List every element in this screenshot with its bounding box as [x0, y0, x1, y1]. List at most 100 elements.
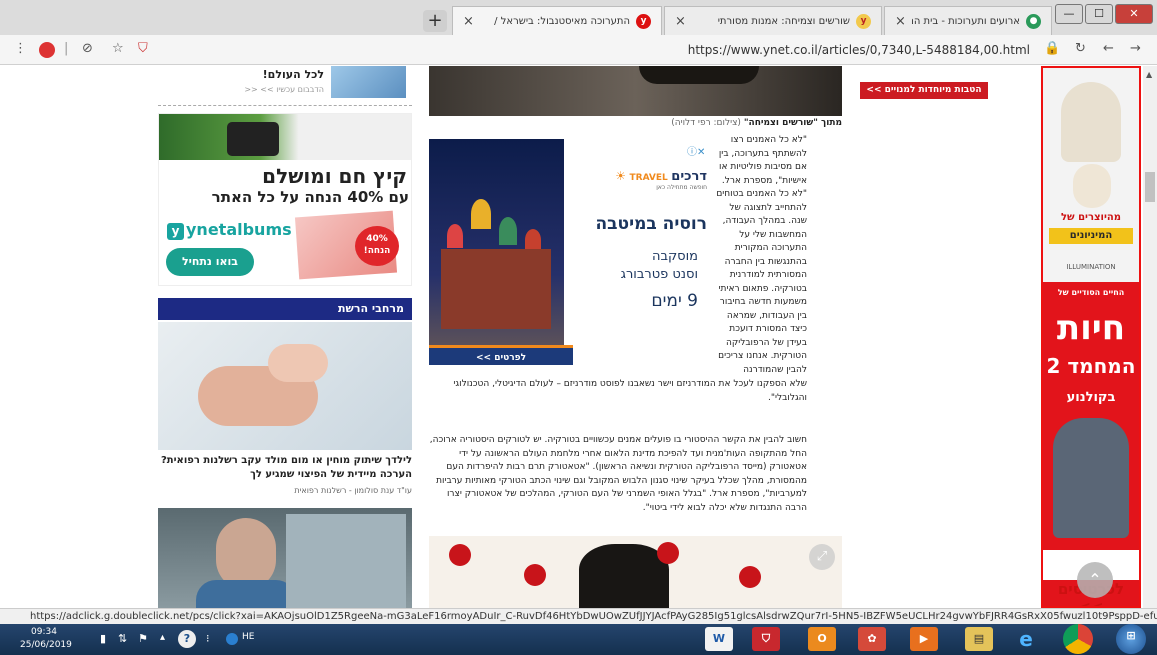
subscriber-benefits-link[interactable]: הטבות מיוחדות למנויים >> — [860, 82, 988, 99]
ad-headline: רוסיה במיטבה — [595, 214, 708, 234]
promo-thumbnail — [331, 66, 406, 98]
web-page: לכל העולם! הדבבום עכשיו >> << קיץ חם ומו… — [0, 66, 1157, 608]
pets-subtitle: החיים הסודיים של — [1057, 288, 1125, 297]
maps-app-icon[interactable]: ✿ — [858, 627, 886, 651]
ad-days: 9 ימים — [651, 291, 698, 311]
ad-subheadline: עם 40% הנחה על כל האתר — [211, 188, 409, 206]
bookmark-star-icon[interactable]: ☆ — [112, 41, 124, 56]
bowl-shape — [639, 66, 759, 84]
top-promo[interactable]: לכל העולם! הדבבום עכשיו >> << — [158, 66, 412, 106]
red-bead-shape — [524, 564, 546, 586]
url-field[interactable]: https://www.ynet.co.il/articles/0,7340,L… — [640, 43, 1030, 57]
language-icon[interactable] — [226, 633, 238, 645]
close-tab-icon[interactable]: × — [675, 14, 686, 29]
image-caption: מתוך "שורשים וצמיחה" (צילום: רפי דלויה) — [671, 118, 842, 128]
tray-expand-icon[interactable]: ▴ — [160, 632, 165, 643]
clock[interactable]: 09:34 25/06/2019 — [20, 626, 72, 652]
flag-icon[interactable]: ⚑ — [138, 632, 148, 645]
language-indicator[interactable]: HE — [242, 632, 254, 642]
menu-kebab-icon[interactable]: ⋮ — [14, 41, 27, 56]
baby-hand-shape — [268, 344, 328, 382]
dark-motif-shape — [579, 544, 669, 608]
page-scrollbar[interactable]: ▲ — [1143, 66, 1157, 608]
doctor-image[interactable] — [158, 508, 412, 608]
browser-tab-bar: — ☐ ✕ ● ארועים ותערוכות - בית הנסן × y ש… — [0, 0, 1157, 35]
article-paragraph-quote: "לא כל האמנים רצו להשתתף בתערוכה, בין אם… — [716, 135, 807, 375]
ynet-albums-ad[interactable]: קיץ חם ומושלם עם 40% הנחה על כל האתר y yn… — [158, 113, 412, 286]
media-player-app-icon[interactable]: ▶ — [910, 627, 938, 651]
security-app-icon[interactable]: ⛉ — [752, 627, 780, 651]
y-logo-icon: y — [167, 223, 184, 240]
internet-explorer-app-icon[interactable]: e — [1012, 627, 1040, 651]
help-icon[interactable]: ? — [178, 630, 196, 648]
drachim-travel-logo: דרכים TRAVEL ☀ חופשה מתחילה כאן — [615, 169, 707, 191]
reload-icon[interactable]: ↻ — [1075, 41, 1086, 56]
scroll-top-icon[interactable]: ⌃ — [1077, 562, 1113, 598]
network-icon[interactable]: ▮ — [100, 632, 106, 645]
sun-icon: ☀ — [615, 169, 626, 183]
maximize-button[interactable]: ☐ — [1085, 4, 1113, 24]
extension-icon[interactable]: ⊘ — [82, 41, 93, 56]
lock-icon: 🔒 — [1044, 41, 1061, 56]
dog-body-shape — [1073, 164, 1111, 208]
outlook-app-icon[interactable]: O — [808, 627, 836, 651]
producers-text: מהיוצרים של — [1060, 212, 1122, 223]
start-button-icon[interactable]: ⊞ — [1116, 624, 1146, 654]
ad-photo-strip — [159, 114, 411, 160]
shirt-shape — [196, 580, 296, 608]
camera-icon — [227, 122, 279, 156]
file-explorer-app-icon[interactable]: ▤ — [965, 627, 993, 651]
close-tab-icon[interactable]: × — [895, 14, 906, 29]
scroll-thumb[interactable] — [1145, 172, 1155, 202]
promo-subtitle: הדבבום עכשיו >> << — [244, 85, 324, 94]
article-top-image — [429, 66, 842, 116]
hands-image[interactable] — [158, 322, 412, 450]
tab-istanbul-exhibition[interactable]: y התערוכה מאיסטנבול: בישראל / × — [452, 6, 662, 35]
ynetalbums-logo: y ynetalbums — [167, 220, 292, 240]
travel-ad[interactable]: ⓘ✕ דרכים TRAVEL ☀ חופשה מתחילה כאן רוסיה… — [429, 139, 711, 365]
article-paragraph-quote-end: שלא הספקנו לעכל את המודרניזם וישר נשאבנו… — [453, 379, 807, 403]
ad-details-button[interactable]: לפרטים >> — [429, 345, 573, 365]
section-header-merhavei: מרחבי הרשת — [158, 298, 412, 320]
security-shield-icon[interactable]: ⛉ — [138, 41, 148, 56]
red-bead-shape — [449, 544, 471, 566]
scroll-up-arrow-icon[interactable]: ▲ — [1146, 70, 1152, 79]
secret-life-of-pets-ad[interactable]: מהיוצרים של המיניונים ILLUMINATION החיים… — [1041, 66, 1141, 608]
in-cinemas-text: בקולנוע — [1066, 390, 1116, 405]
red-bead-shape — [657, 542, 679, 564]
pets-sequel: המחמד 2 — [1046, 354, 1136, 378]
sponsored-article-title[interactable]: לילדך שיתוק מוחין או מום מולד עקב רשלנות… — [158, 454, 412, 482]
article-paragraph-history: חשוב להבין את הקשר ההיסטורי בו פועלים אמ… — [429, 435, 807, 513]
minions-logo: המיניונים — [1049, 228, 1133, 244]
y-favicon-icon: y — [856, 13, 871, 29]
start-button[interactable]: בואו נתחיל — [166, 248, 254, 276]
cat-character-shape — [1053, 418, 1129, 538]
expand-icon[interactable]: ⤢ — [809, 544, 835, 570]
forward-arrow-icon[interactable]: → — [1130, 41, 1141, 56]
window-background — [286, 514, 406, 608]
windows-taskbar: 09:34 25/06/2019 ▮ ⇅ ⚑ ▴ ? ⁝ HE W ⛉ O ✿ ▶… — [0, 624, 1157, 655]
tab-hansen-house[interactable]: ● ארועים ותערוכות - בית הנסן × — [884, 6, 1052, 35]
word-app-icon[interactable]: W — [705, 627, 733, 651]
sync-icon[interactable]: ⇅ — [118, 632, 127, 645]
address-bar: ⋮ | ⊘ ☆ ⛉ https://www.ynet.co.il/article… — [0, 35, 1157, 65]
adchoices-icon[interactable]: ⓘ✕ — [687, 143, 705, 158]
new-tab-button[interactable]: + — [423, 10, 447, 32]
tab-roots-growth[interactable]: y שורשים וצמיחה: אמנות מסורתי × — [664, 6, 882, 35]
back-arrow-icon[interactable]: ← — [1103, 41, 1114, 56]
close-window-button[interactable]: ✕ — [1115, 4, 1153, 24]
chrome-app-icon[interactable] — [1063, 624, 1093, 654]
promo-title: לכל העולם! — [262, 68, 324, 81]
article-bottom-image[interactable]: ⤢ — [429, 536, 842, 608]
profile-avatar[interactable] — [39, 42, 55, 58]
ad-cities-line2: וסנט פטרבורג — [620, 267, 698, 282]
cathedral-shape — [441, 249, 551, 329]
close-tab-icon[interactable]: × — [463, 14, 474, 29]
usb-icon[interactable]: ⁝ — [206, 632, 210, 645]
left-column: לכל העולם! הדבבום עכשיו >> << קיץ חם ומו… — [158, 66, 412, 608]
minimize-button[interactable]: — — [1055, 4, 1083, 24]
red-bead-shape — [739, 566, 761, 588]
dog-character-shape — [1061, 82, 1121, 162]
illumination-logo: ILLUMINATION — [1066, 263, 1116, 271]
discount-badge: 40% הנחה! — [355, 226, 399, 266]
